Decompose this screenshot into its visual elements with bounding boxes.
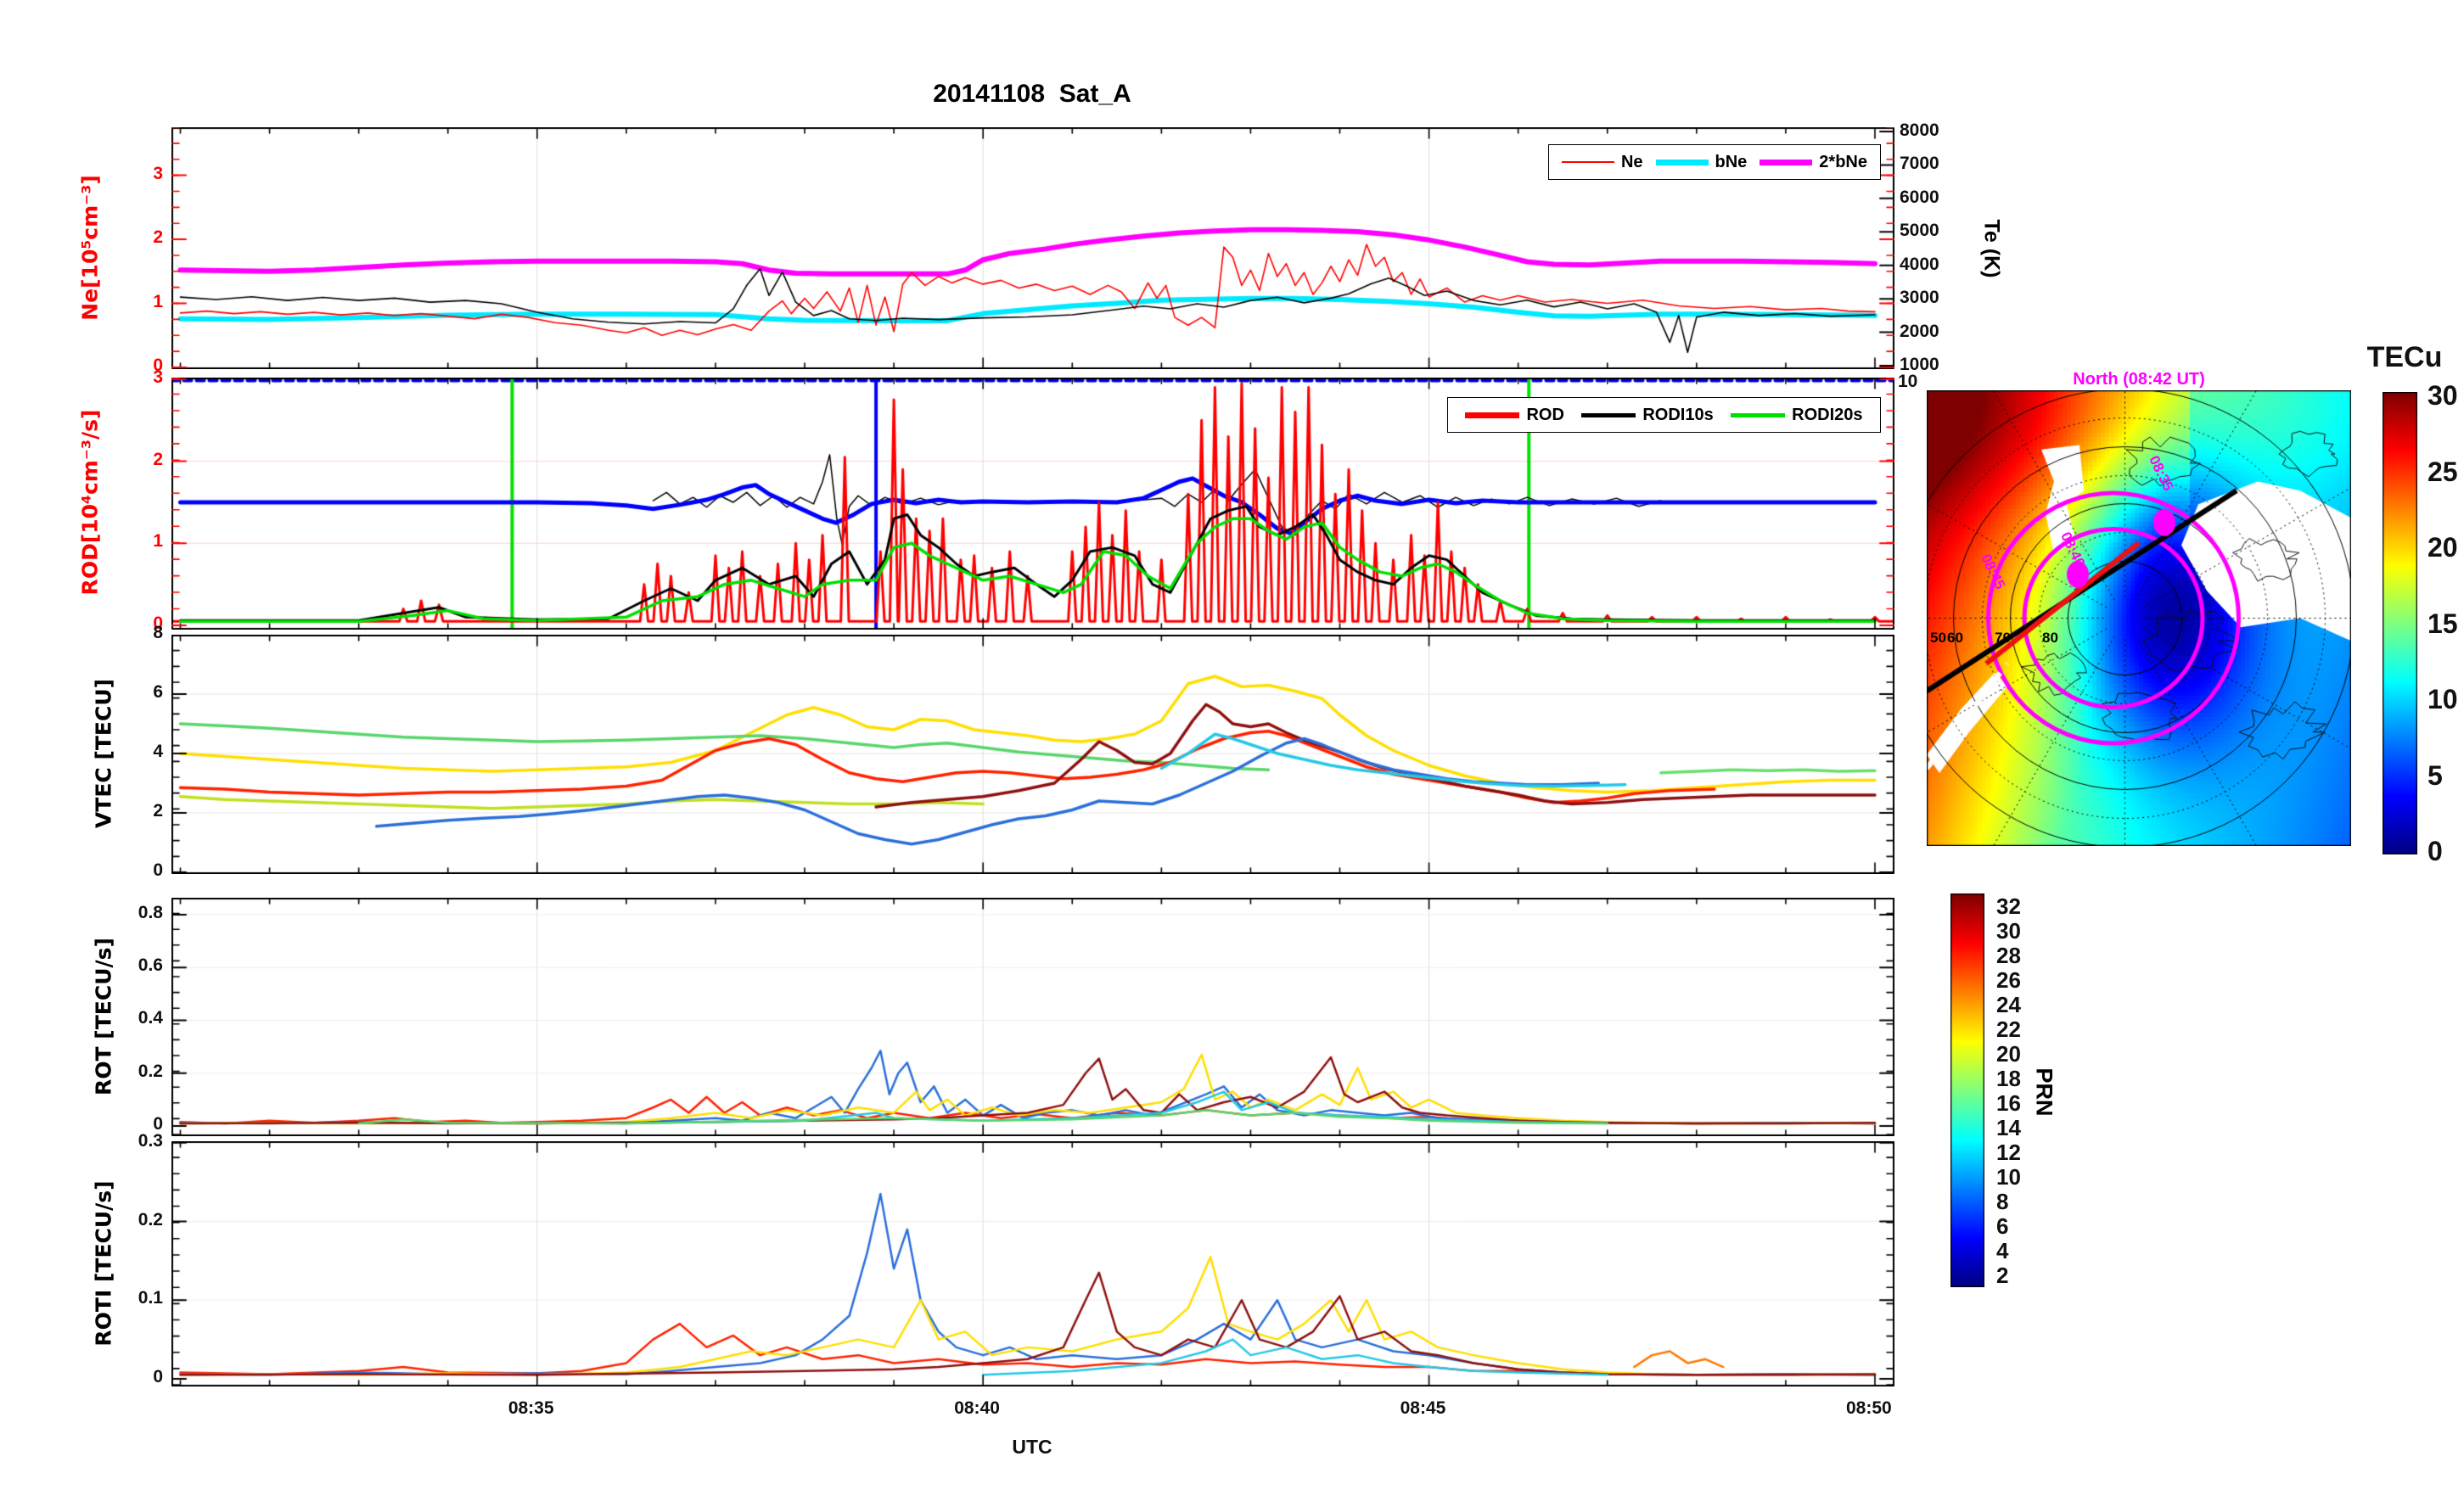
- vtec-ytick-label: 8: [0, 623, 163, 643]
- legend-rod: ROD RODI10s RODI20s: [1447, 397, 1881, 433]
- rod-ytick-label: 3: [0, 367, 163, 388]
- prn-colorbar-label: PRN: [2031, 1067, 2057, 1116]
- x-axis-label: UTC: [1012, 1436, 1052, 1459]
- prn-tick-label: 30: [1996, 918, 2021, 944]
- ne-line-swatch: [1562, 161, 1614, 163]
- prn-tick-label: 4: [1996, 1238, 2008, 1264]
- roti-ytick-label: 0.3: [0, 1131, 163, 1151]
- legend-label: RODI20s: [1792, 406, 1862, 425]
- rodi20s-line-swatch: [1731, 413, 1785, 417]
- vtec-ytick-label: 2: [0, 801, 163, 821]
- ne-ytick-label: 2: [0, 227, 163, 248]
- 2bne-line-swatch: [1760, 160, 1812, 165]
- legend-label: ROD: [1526, 406, 1563, 425]
- tecu-tick-label: 5: [2428, 760, 2443, 792]
- panel-vtec-canvas: [171, 635, 1894, 874]
- figure-root: 20141108 Sat_A Ne[10⁵cm⁻³] ROD[10⁴cm⁻³/s…: [0, 0, 2464, 1490]
- map-lat-label: 50: [1930, 630, 1946, 647]
- prn-tick-label: 16: [1996, 1090, 2021, 1117]
- legend-item-rodi10s: RODI10s: [1581, 406, 1713, 425]
- prn-colorbar-canvas: [1950, 893, 1984, 1287]
- panel-roti-canvas: [171, 1141, 1894, 1386]
- map-title: North (08:42 UT): [2073, 370, 2205, 389]
- legend-item-2bne: 2*bNe: [1760, 153, 1867, 172]
- map-lat-label: 60: [1947, 630, 1963, 647]
- te-ytick-label: 8000: [1900, 120, 1939, 141]
- prn-tick-label: 6: [1996, 1213, 2008, 1240]
- tecu-tick-label: 20: [2428, 532, 2458, 563]
- tecu-tick-label: 15: [2428, 608, 2458, 640]
- roti-axis-label: ROTI [TECU/s]: [92, 1180, 116, 1346]
- prn-tick-label: 10: [1996, 1164, 2021, 1190]
- tecu-colorbar-canvas: [2383, 392, 2417, 854]
- prn-tick-label: 32: [1996, 893, 2021, 920]
- ne-ytick-label: 1: [0, 292, 163, 312]
- prn-tick-label: 14: [1996, 1115, 2021, 1141]
- x-tick-label: 08:35: [508, 1398, 554, 1419]
- vtec-ytick-label: 4: [0, 742, 163, 762]
- prn-tick-label: 12: [1996, 1140, 2021, 1166]
- te-axis-label: Te (K): [1979, 220, 2004, 278]
- prn-tick-label: 2: [1996, 1263, 2008, 1289]
- prn-tick-label: 26: [1996, 967, 2021, 994]
- te-ytick-label: 7000: [1900, 154, 1939, 174]
- rodi10s-line-swatch: [1581, 413, 1636, 417]
- te-ytick-label: 3000: [1900, 288, 1939, 308]
- vtec-ytick-label: 6: [0, 682, 163, 703]
- tec-map-canvas: [1927, 390, 2351, 846]
- vtec-ytick-label: 0: [0, 860, 163, 881]
- prn-tick-label: 18: [1996, 1066, 2021, 1092]
- legend-label: 2*bNe: [1819, 153, 1867, 172]
- legend-label: RODI10s: [1642, 406, 1713, 425]
- te-ytick-label: 4000: [1900, 255, 1939, 275]
- rod-axis-label: ROD[10⁴cm⁻³/s]: [78, 410, 103, 596]
- tecu-tick-label: 0: [2428, 836, 2443, 867]
- prn-tick-label: 24: [1996, 992, 2021, 1018]
- legend-item-rod: ROD: [1465, 406, 1563, 425]
- tecu-tick-label: 10: [2428, 684, 2458, 715]
- map-lat-label: 80: [2042, 630, 2058, 647]
- bne-line-swatch: [1656, 160, 1709, 165]
- prn-tick-label: 28: [1996, 943, 2021, 969]
- te-ytick-label: 5000: [1900, 221, 1939, 241]
- legend-item-ne: Ne: [1562, 153, 1643, 172]
- te-ytick-label: 1000: [1900, 355, 1939, 375]
- legend-item-rodi20s: RODI20s: [1731, 406, 1862, 425]
- te-ytick-label: 2000: [1900, 322, 1939, 342]
- tecu-colorbar-title: TECu: [2367, 341, 2443, 374]
- rot-ytick-label: 0.4: [0, 1008, 163, 1028]
- map-lat-label: 70: [1995, 630, 2011, 647]
- roti-ytick-label: 0: [0, 1367, 163, 1387]
- x-tick-label: 08:50: [1846, 1398, 1892, 1419]
- legend-ne: Ne bNe 2*bNe: [1548, 144, 1881, 180]
- tecu-tick-label: 25: [2428, 457, 2458, 488]
- roti-ytick-label: 0.1: [0, 1288, 163, 1308]
- rot-ytick-label: 0.8: [0, 903, 163, 923]
- legend-label: Ne: [1621, 153, 1643, 172]
- prn-tick-label: 20: [1996, 1041, 2021, 1067]
- te-ytick-label: 6000: [1900, 188, 1939, 208]
- rot-ytick-label: 0.2: [0, 1061, 163, 1082]
- legend-label: bNe: [1715, 153, 1748, 172]
- rod-ytick-label: 1: [0, 531, 163, 552]
- prn-tick-label: 8: [1996, 1189, 2008, 1215]
- legend-item-bne: bNe: [1656, 153, 1748, 172]
- rod-ytick-label: 2: [0, 450, 163, 470]
- x-tick-label: 08:45: [1400, 1398, 1446, 1419]
- panel-rot-canvas: [171, 898, 1894, 1136]
- x-tick-label: 08:40: [954, 1398, 1000, 1419]
- rot-ytick-label: 0.6: [0, 955, 163, 976]
- figure-title: 20141108 Sat_A: [933, 80, 1131, 109]
- prn-tick-label: 22: [1996, 1017, 2021, 1043]
- rod-line-swatch: [1465, 412, 1519, 418]
- tecu-tick-label: 30: [2428, 380, 2458, 412]
- ne-ytick-label: 3: [0, 164, 163, 184]
- roti-ytick-label: 0.2: [0, 1210, 163, 1230]
